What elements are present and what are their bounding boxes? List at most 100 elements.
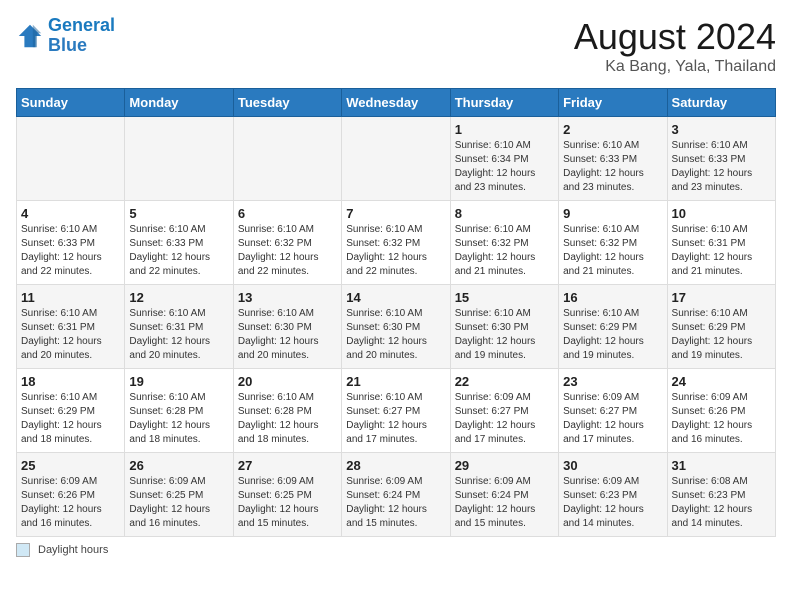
cell-info: Sunrise: 6:10 AM Sunset: 6:32 PM Dayligh… [346, 223, 445, 279]
calendar-cell: 14 Sunrise: 6:10 AM Sunset: 6:30 PM Dayli… [342, 285, 450, 369]
cell-info: Sunrise: 6:10 AM Sunset: 6:34 PM Dayligh… [455, 139, 554, 195]
cell-info: Sunrise: 6:10 AM Sunset: 6:29 PM Dayligh… [21, 391, 120, 447]
cell-info: Sunrise: 6:10 AM Sunset: 6:32 PM Dayligh… [563, 223, 662, 279]
calendar-cell [233, 117, 341, 201]
calendar-cell: 26 Sunrise: 6:09 AM Sunset: 6:25 PM Dayli… [125, 453, 233, 537]
cell-info: Sunrise: 6:08 AM Sunset: 6:23 PM Dayligh… [672, 475, 771, 531]
subtitle: Ka Bang, Yala, Thailand [574, 58, 776, 76]
cell-info: Sunrise: 6:09 AM Sunset: 6:24 PM Dayligh… [346, 475, 445, 531]
calendar-cell: 4Sunrise: 6:10 AM Sunset: 6:33 PM Daylig… [17, 201, 125, 285]
calendar-cell [17, 117, 125, 201]
calendar-cell [125, 117, 233, 201]
day-number: 17 [672, 290, 771, 305]
calendar-cell: 19Sunrise: 6:10 AM Sunset: 6:28 PM Dayli… [125, 369, 233, 453]
day-number: 20 [238, 374, 337, 389]
day-number: 13 [238, 290, 337, 305]
calendar-cell: 10Sunrise: 6:10 AM Sunset: 6:31 PM Dayli… [667, 201, 775, 285]
day-number: 22 [455, 374, 554, 389]
title-block: August 2024 Ka Bang, Yala, Thailand [574, 16, 776, 76]
day-number: 24 [672, 374, 771, 389]
day-number: 12 [129, 290, 228, 305]
cell-info: Sunrise: 6:10 AM Sunset: 6:33 PM Dayligh… [563, 139, 662, 195]
calendar-cell: 2 Sunrise: 6:10 AM Sunset: 6:33 PM Daylig… [559, 117, 667, 201]
day-number: 10 [672, 206, 771, 221]
days-header-row: SundayMondayTuesdayWednesdayThursdayFrid… [17, 89, 776, 117]
week-row-1: 1 Sunrise: 6:10 AM Sunset: 6:34 PM Daylig… [17, 117, 776, 201]
calendar-cell: 20 Sunrise: 6:10 AM Sunset: 6:28 PM Dayli… [233, 369, 341, 453]
cell-info: Sunrise: 6:09 AM Sunset: 6:23 PM Dayligh… [563, 475, 662, 531]
day-header-friday: Friday [559, 89, 667, 117]
calendar-cell: 5 Sunrise: 6:10 AM Sunset: 6:33 PM Daylig… [125, 201, 233, 285]
cell-info: Sunrise: 6:10 AM Sunset: 6:30 PM Dayligh… [455, 307, 554, 363]
day-number: 11 [21, 290, 120, 305]
cell-info: Sunrise: 6:10 AM Sunset: 6:31 PM Dayligh… [21, 307, 120, 363]
day-number: 1 [455, 122, 554, 137]
day-number: 15 [455, 290, 554, 305]
cell-info: Sunrise: 6:09 AM Sunset: 6:26 PM Dayligh… [672, 391, 771, 447]
calendar-cell [342, 117, 450, 201]
cell-info: Sunrise: 6:09 AM Sunset: 6:26 PM Dayligh… [21, 475, 120, 531]
calendar-cell: 25Sunrise: 6:09 AM Sunset: 6:26 PM Dayli… [17, 453, 125, 537]
calendar-cell: 23Sunrise: 6:09 AM Sunset: 6:27 PM Dayli… [559, 369, 667, 453]
cell-info: Sunrise: 6:10 AM Sunset: 6:32 PM Dayligh… [238, 223, 337, 279]
day-number: 26 [129, 458, 228, 473]
day-number: 7 [346, 206, 445, 221]
cell-info: Sunrise: 6:10 AM Sunset: 6:28 PM Dayligh… [238, 391, 337, 447]
cell-info: Sunrise: 6:10 AM Sunset: 6:32 PM Dayligh… [455, 223, 554, 279]
calendar-cell: 22Sunrise: 6:09 AM Sunset: 6:27 PM Dayli… [450, 369, 558, 453]
footer: Daylight hours [16, 543, 776, 557]
logo-line2: Blue [48, 35, 87, 55]
cell-info: Sunrise: 6:10 AM Sunset: 6:30 PM Dayligh… [238, 307, 337, 363]
week-row-2: 4Sunrise: 6:10 AM Sunset: 6:33 PM Daylig… [17, 201, 776, 285]
day-number: 30 [563, 458, 662, 473]
logo-line1: General [48, 15, 115, 35]
logo: General Blue [16, 16, 115, 56]
calendar-cell: 24 Sunrise: 6:09 AM Sunset: 6:26 PM Dayli… [667, 369, 775, 453]
footer-box [16, 543, 30, 557]
day-number: 5 [129, 206, 228, 221]
day-header-thursday: Thursday [450, 89, 558, 117]
cell-info: Sunrise: 6:09 AM Sunset: 6:27 PM Dayligh… [563, 391, 662, 447]
calendar-cell: 31Sunrise: 6:08 AM Sunset: 6:23 PM Dayli… [667, 453, 775, 537]
calendar-table: SundayMondayTuesdayWednesdayThursdayFrid… [16, 88, 776, 537]
day-header-tuesday: Tuesday [233, 89, 341, 117]
day-number: 29 [455, 458, 554, 473]
week-row-5: 25Sunrise: 6:09 AM Sunset: 6:26 PM Dayli… [17, 453, 776, 537]
day-number: 2 [563, 122, 662, 137]
week-row-4: 18Sunrise: 6:10 AM Sunset: 6:29 PM Dayli… [17, 369, 776, 453]
calendar-cell: 16Sunrise: 6:10 AM Sunset: 6:29 PM Dayli… [559, 285, 667, 369]
cell-info: Sunrise: 6:10 AM Sunset: 6:33 PM Dayligh… [129, 223, 228, 279]
calendar-cell: 11 Sunrise: 6:10 AM Sunset: 6:31 PM Dayli… [17, 285, 125, 369]
week-row-3: 11 Sunrise: 6:10 AM Sunset: 6:31 PM Dayli… [17, 285, 776, 369]
main-title: August 2024 [574, 16, 776, 58]
cell-info: Sunrise: 6:10 AM Sunset: 6:29 PM Dayligh… [672, 307, 771, 363]
logo-text: General Blue [48, 16, 115, 56]
day-header-sunday: Sunday [17, 89, 125, 117]
calendar-cell: 15 Sunrise: 6:10 AM Sunset: 6:30 PM Dayli… [450, 285, 558, 369]
day-number: 27 [238, 458, 337, 473]
page-header: General Blue August 2024 Ka Bang, Yala, … [16, 16, 776, 76]
day-header-saturday: Saturday [667, 89, 775, 117]
calendar-cell: 9Sunrise: 6:10 AM Sunset: 6:32 PM Daylig… [559, 201, 667, 285]
calendar-cell: 17 Sunrise: 6:10 AM Sunset: 6:29 PM Dayli… [667, 285, 775, 369]
calendar-cell: 18Sunrise: 6:10 AM Sunset: 6:29 PM Dayli… [17, 369, 125, 453]
calendar-cell: 8 Sunrise: 6:10 AM Sunset: 6:32 PM Daylig… [450, 201, 558, 285]
calendar-cell: 30 Sunrise: 6:09 AM Sunset: 6:23 PM Dayli… [559, 453, 667, 537]
day-header-monday: Monday [125, 89, 233, 117]
calendar-cell: 21Sunrise: 6:10 AM Sunset: 6:27 PM Dayli… [342, 369, 450, 453]
cell-info: Sunrise: 6:10 AM Sunset: 6:33 PM Dayligh… [21, 223, 120, 279]
cell-info: Sunrise: 6:10 AM Sunset: 6:30 PM Dayligh… [346, 307, 445, 363]
cell-info: Sunrise: 6:10 AM Sunset: 6:27 PM Dayligh… [346, 391, 445, 447]
cell-info: Sunrise: 6:10 AM Sunset: 6:28 PM Dayligh… [129, 391, 228, 447]
cell-info: Sunrise: 6:09 AM Sunset: 6:25 PM Dayligh… [129, 475, 228, 531]
footer-label: Daylight hours [38, 544, 108, 556]
day-number: 3 [672, 122, 771, 137]
calendar-cell: 29Sunrise: 6:09 AM Sunset: 6:24 PM Dayli… [450, 453, 558, 537]
cell-info: Sunrise: 6:10 AM Sunset: 6:33 PM Dayligh… [672, 139, 771, 195]
calendar-cell: 6Sunrise: 6:10 AM Sunset: 6:32 PM Daylig… [233, 201, 341, 285]
day-number: 16 [563, 290, 662, 305]
day-number: 28 [346, 458, 445, 473]
calendar-cell: 27Sunrise: 6:09 AM Sunset: 6:25 PM Dayli… [233, 453, 341, 537]
day-number: 14 [346, 290, 445, 305]
day-number: 8 [455, 206, 554, 221]
